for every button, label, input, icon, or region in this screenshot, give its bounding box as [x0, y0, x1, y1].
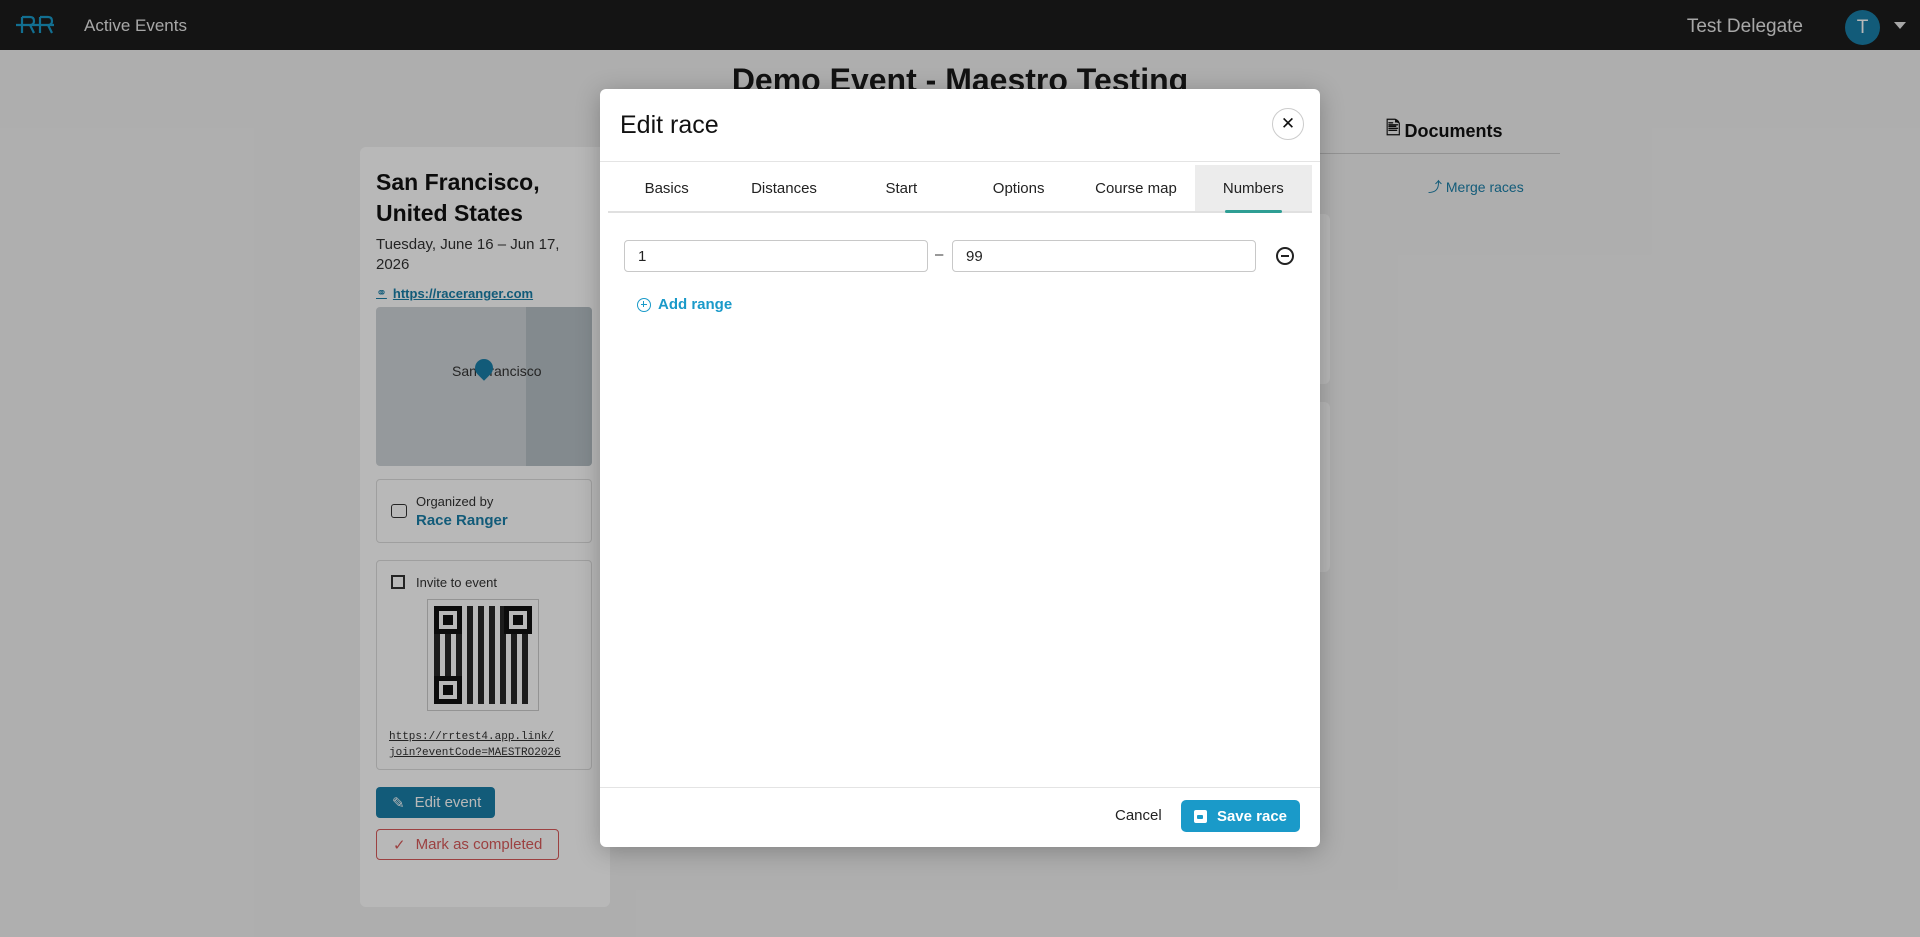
edit-race-dialog: Edit race ✕ Basics Distances Start Optio… [600, 89, 1320, 847]
tab-basics[interactable]: Basics [608, 165, 725, 211]
plus-circle-icon [637, 297, 651, 312]
dialog-title: Edit race [620, 111, 719, 139]
save-race-label: Save race [1216, 807, 1288, 825]
divider [600, 787, 1320, 788]
tab-course-map[interactable]: Course map [1077, 165, 1194, 211]
tab-numbers[interactable]: Numbers [1194, 165, 1312, 213]
close-icon: ✕ [1280, 114, 1296, 133]
save-race-button[interactable]: Save race [1181, 800, 1300, 832]
add-range-label: Add range [658, 296, 733, 313]
range-from-input[interactable] [624, 240, 928, 272]
tab-distances[interactable]: Distances [725, 165, 842, 211]
add-range-button[interactable]: Add range [637, 296, 732, 313]
save-icon [1193, 809, 1207, 823]
tab-options[interactable]: Options [960, 165, 1077, 211]
range-separator: – [935, 246, 944, 263]
number-range-row: – [624, 240, 1296, 272]
tab-start[interactable]: Start [843, 165, 960, 211]
race-tabs: Basics Distances Start Options Course ma… [608, 165, 1312, 213]
cancel-button[interactable]: Cancel [1115, 807, 1162, 824]
range-to-input[interactable] [952, 240, 1256, 272]
divider [600, 161, 1320, 162]
remove-range-icon[interactable] [1276, 247, 1294, 265]
close-button[interactable]: ✕ [1272, 108, 1304, 140]
